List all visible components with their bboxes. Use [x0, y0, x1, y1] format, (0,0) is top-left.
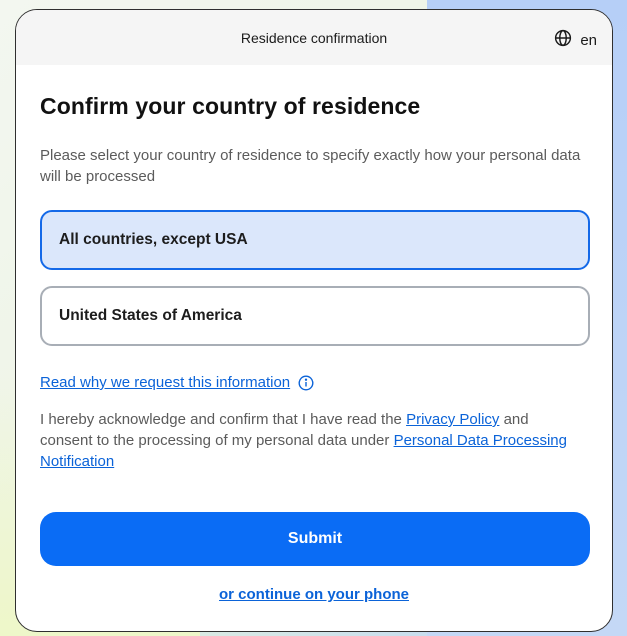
dialog-content: Confirm your country of residence Please…	[16, 93, 612, 603]
consent-text: I hereby acknowledge and confirm that I …	[40, 409, 580, 472]
language-selector[interactable]: en	[554, 29, 597, 51]
privacy-policy-link[interactable]: Privacy Policy	[406, 411, 499, 428]
description: Please select your country of residence …	[40, 147, 581, 185]
info-icon[interactable]	[298, 374, 314, 391]
continue-on-phone-row: or continue on your phone	[40, 586, 588, 603]
option-all-countries-except-usa[interactable]: All countries, except USA	[40, 210, 590, 270]
option-united-states[interactable]: United States of America	[40, 286, 590, 346]
dialog-header: Residence confirmation en	[16, 10, 612, 65]
option-label: United States of America	[59, 307, 242, 324]
read-why-row: Read why we request this information	[40, 374, 588, 391]
dialog-title: Residence confirmation	[240, 29, 388, 46]
consent-text-before: I hereby acknowledge and confirm that I …	[40, 411, 407, 428]
option-label: All countries, except USA	[59, 231, 248, 248]
globe-icon	[554, 29, 572, 51]
read-why-link[interactable]: Read why we request this information	[40, 374, 290, 391]
submit-button[interactable]: Submit	[40, 512, 590, 566]
language-code: en	[580, 31, 597, 49]
page-title: Confirm your country of residence	[40, 93, 421, 119]
residence-dialog: Residence confirmation en Confirm your c…	[15, 9, 613, 632]
continue-on-phone-link[interactable]: or continue on your phone	[219, 586, 409, 603]
